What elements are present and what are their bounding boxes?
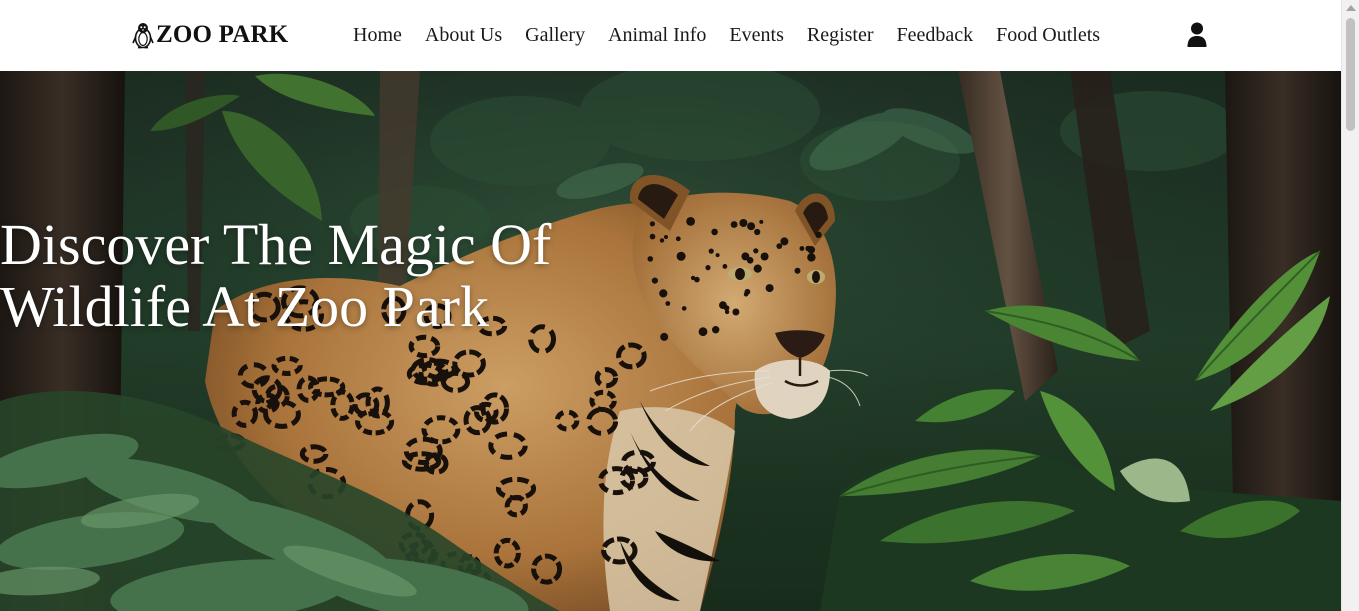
main-nav: Home About Us Gallery Animal Info Events… (353, 22, 1100, 48)
nav-link-register[interactable]: Register (807, 24, 874, 46)
brand-logo-link[interactable]: ZOO PARK (132, 18, 288, 52)
navbar: ZOO PARK Home About Us Gallery Animal In… (0, 0, 1341, 71)
user-account-button[interactable] (1186, 22, 1208, 48)
nav-link-food-outlets[interactable]: Food Outlets (996, 24, 1100, 46)
hero-title: Discover The Magic Of Wildlife At Zoo Pa… (0, 212, 552, 339)
page: ZOO PARK Home About Us Gallery Animal In… (0, 0, 1341, 611)
page-scrollbar[interactable] (1341, 0, 1359, 611)
jaguar-in-jungle-photo (0, 71, 1341, 611)
nav-item-gallery: Gallery (525, 24, 585, 47)
nav-item-about-us: About Us (425, 24, 502, 47)
hero-section: Discover The Magic Of Wildlife At Zoo Pa… (0, 71, 1341, 611)
scrollbar-thumb[interactable] (1346, 18, 1355, 131)
nav-link-events[interactable]: Events (729, 24, 783, 46)
scroll-up-arrow-icon[interactable] (1346, 5, 1356, 11)
nav-link-home[interactable]: Home (353, 24, 402, 46)
nav-item-events: Events (729, 24, 783, 47)
nav-item-animal-info: Animal Info (608, 24, 706, 47)
nav-link-feedback[interactable]: Feedback (897, 24, 974, 46)
brand-name: ZOO PARK (156, 21, 289, 48)
user-icon (1187, 22, 1207, 47)
nav-item-register: Register (807, 24, 874, 47)
penguin-icon (132, 23, 154, 49)
nav-link-gallery[interactable]: Gallery (525, 24, 585, 46)
nav-link-animal-info[interactable]: Animal Info (608, 24, 706, 46)
nav-item-feedback: Feedback (897, 24, 974, 47)
nav-link-about-us[interactable]: About Us (425, 24, 502, 46)
nav-item-food-outlets: Food Outlets (996, 24, 1100, 47)
nav-item-home: Home (353, 24, 402, 47)
